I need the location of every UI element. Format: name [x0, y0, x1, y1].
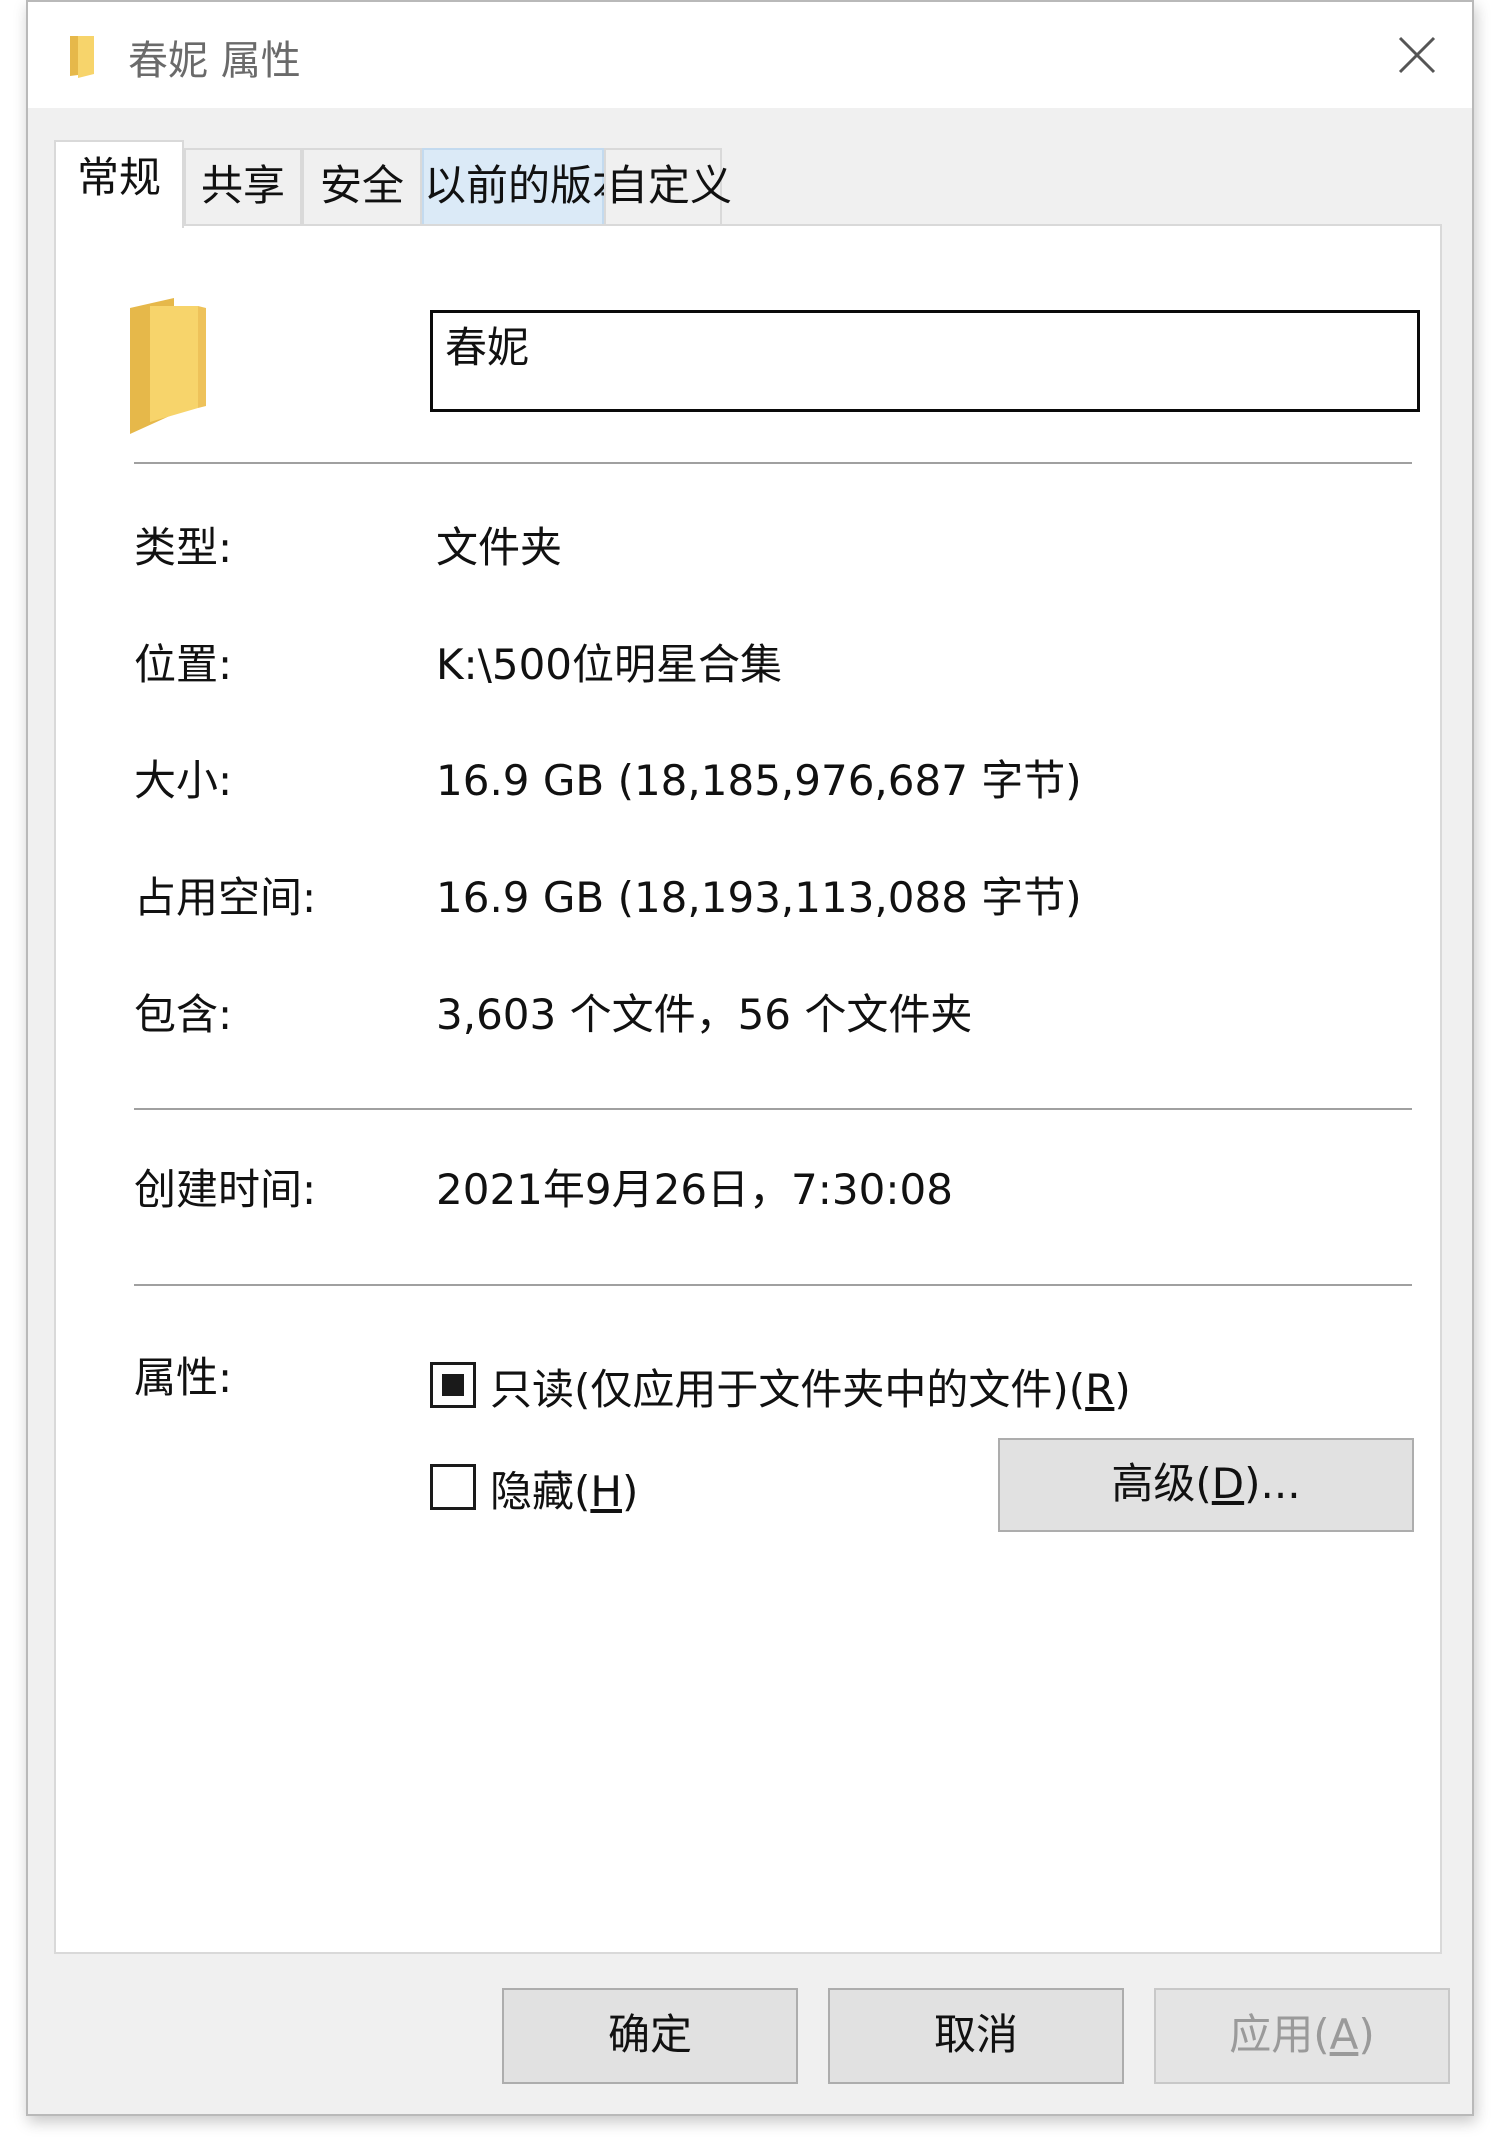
- tab-customize[interactable]: 自定义: [604, 148, 732, 226]
- window-title: 春妮 属性: [128, 38, 301, 84]
- general-panel: 类型: 文件夹 位置: K:\500位明星合集 大小: 16.9 GB (18,…: [54, 224, 1442, 1954]
- location-value: K:\500位明星合集: [436, 640, 783, 689]
- divider: [134, 1108, 1412, 1110]
- readonly-label[interactable]: 只读(仅应用于文件夹中的文件)(R): [490, 1356, 1131, 1417]
- title-bar[interactable]: 春妮 属性: [28, 2, 1472, 108]
- contains-value: 3,603 个文件，56 个文件夹: [436, 990, 973, 1039]
- type-value: 文件夹: [436, 523, 563, 572]
- tab-sharing[interactable]: 共享: [184, 148, 302, 226]
- divider: [134, 462, 1412, 464]
- created-value: 2021年9月26日，7:30:08: [436, 1165, 953, 1214]
- size-on-disk-value: 16.9 GB (18,193,113,088 字节): [436, 873, 1082, 922]
- apply-button[interactable]: 应用(A): [1154, 1988, 1450, 2084]
- advanced-button[interactable]: 高级(D)...: [998, 1438, 1414, 1532]
- divider: [134, 1284, 1412, 1286]
- cancel-button[interactable]: 取消: [828, 1988, 1124, 2084]
- tab-general[interactable]: 常规: [54, 140, 184, 228]
- attributes-label: 属性:: [134, 1353, 233, 1402]
- folder-icon: [70, 36, 94, 78]
- indeterminate-mark: [442, 1374, 464, 1396]
- size-value: 16.9 GB (18,185,976,687 字节): [436, 756, 1082, 805]
- created-label: 创建时间:: [134, 1165, 317, 1214]
- size-label: 大小:: [134, 756, 233, 805]
- folder-icon: [130, 298, 206, 434]
- tab-previous-versions[interactable]: 以前的版本: [422, 148, 634, 226]
- location-label: 位置:: [134, 640, 233, 689]
- hidden-label[interactable]: 隐藏(H): [490, 1458, 638, 1519]
- properties-dialog: 春妮 属性 常规 共享 安全 以前的版本 自定义 类型: 文件夹 位置: K:\…: [26, 0, 1474, 2116]
- type-label: 类型:: [134, 523, 233, 572]
- readonly-checkbox[interactable]: [430, 1362, 476, 1408]
- hidden-checkbox[interactable]: [430, 1464, 476, 1510]
- tab-strip: 常规 共享 安全 以前的版本 自定义: [54, 140, 1454, 228]
- contains-label: 包含:: [134, 990, 233, 1039]
- ok-button[interactable]: 确定: [502, 1988, 798, 2084]
- folder-name-input[interactable]: [430, 310, 1420, 412]
- tab-security[interactable]: 安全: [302, 148, 422, 226]
- close-icon[interactable]: [1388, 26, 1446, 84]
- size-on-disk-label: 占用空间:: [134, 873, 317, 922]
